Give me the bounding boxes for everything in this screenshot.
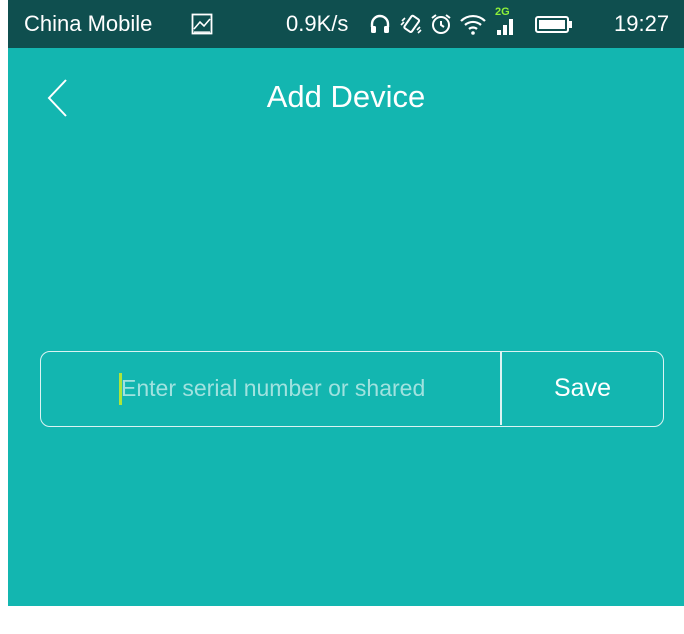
headphones-icon: [370, 14, 390, 33]
network-speed: 0.9K/s: [286, 11, 349, 36]
save-button[interactable]: Save: [502, 352, 663, 425]
status-clock: 19:27: [614, 11, 670, 36]
vibrate-icon: [400, 14, 422, 34]
alarm-icon: [431, 14, 451, 34]
carrier-name: China Mobile: [24, 11, 153, 36]
gallery-icon: [191, 13, 213, 35]
battery-icon: [535, 16, 572, 33]
add-device-screen: China Mobile 0.9K/s 2G 19:27 Add Device …: [8, 0, 684, 606]
serial-number-input[interactable]: [41, 352, 499, 425]
signal-icon: [497, 19, 513, 35]
page-title: Add Device: [266, 79, 426, 114]
text-cursor: [119, 373, 122, 405]
serial-input-group: Save: [40, 351, 664, 427]
status-bar: China Mobile 0.9K/s 2G 19:27: [8, 0, 684, 48]
wifi-icon: [460, 14, 486, 35]
